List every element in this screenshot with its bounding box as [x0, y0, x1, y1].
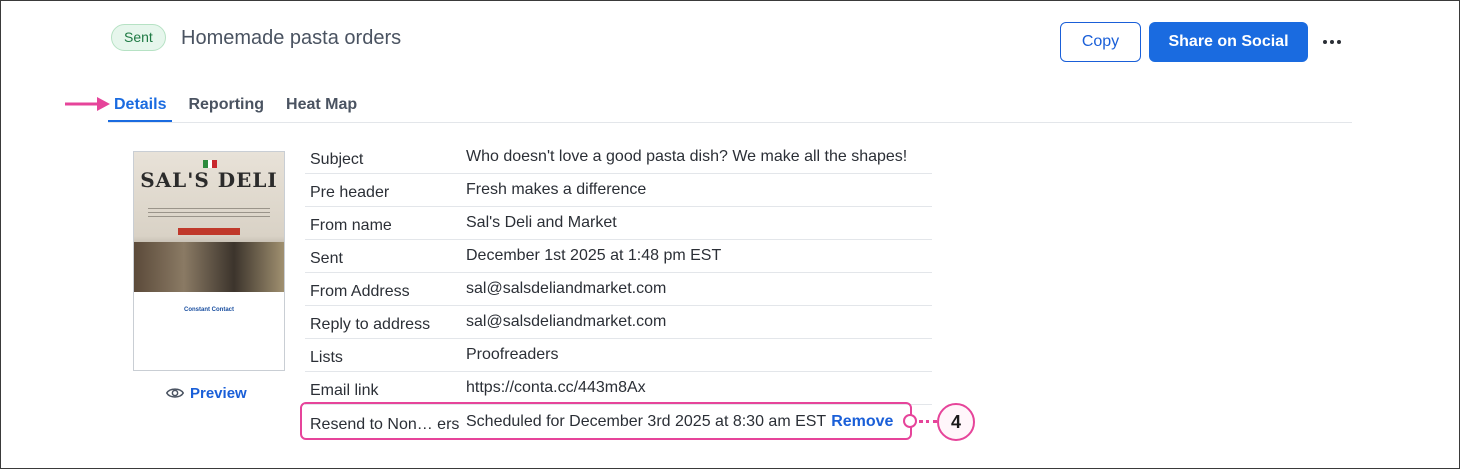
highlight-box — [300, 402, 912, 440]
email-thumbnail[interactable]: SAL'S DELI Constant Contact — [133, 151, 285, 371]
preview-label: Preview — [190, 384, 247, 402]
tab-heat-map[interactable]: Heat Map — [280, 93, 363, 123]
preview-link[interactable]: Preview — [166, 384, 247, 402]
detail-label: Reply to address — [310, 316, 431, 333]
detail-value: sal@salsdeliandmarket.com — [466, 280, 667, 297]
callout-dotted-line — [919, 420, 937, 423]
details-row-reply-to: Reply to address sal@salsdeliandmarket.c… — [305, 306, 932, 339]
detail-value: Who doesn't love a good pasta dish? We m… — [466, 148, 908, 165]
details-row-from-name: From name Sal's Deli and Market — [305, 207, 932, 240]
tab-reporting[interactable]: Reporting — [182, 93, 270, 123]
share-on-social-button[interactable]: Share on Social — [1149, 22, 1308, 62]
detail-label: From Address — [310, 283, 410, 300]
callout-connector — [903, 414, 917, 428]
eye-icon — [166, 388, 184, 398]
detail-value: sal@salsdeliandmarket.com — [466, 313, 667, 330]
detail-value: Fresh makes a difference — [466, 181, 647, 198]
page-title: Homemade pasta orders — [181, 27, 402, 49]
detail-label: Email link — [310, 382, 379, 399]
italian-flag-icon — [203, 160, 218, 168]
thumbnail-brand-footer: Constant Contact — [184, 307, 234, 313]
details-row-subject: Subject Who doesn't love a good pasta di… — [305, 141, 932, 174]
tab-bar: Details Reporting Heat Map — [108, 93, 373, 123]
more-options-icon[interactable] — [1320, 30, 1344, 54]
details-row-from-address: From Address sal@salsdeliandmarket.com — [305, 273, 932, 306]
email-link[interactable]: https://conta.cc/443m8Ax — [466, 379, 646, 397]
tab-divider — [108, 122, 1352, 123]
detail-value: December 1st 2025 at 1:48 pm EST — [466, 247, 722, 264]
detail-value: Sal's Deli and Market — [466, 214, 617, 231]
detail-value: Proofreaders — [466, 346, 559, 363]
details-row-email-link: Email link https://conta.cc/443m8Ax — [305, 372, 932, 405]
copy-button[interactable]: Copy — [1060, 22, 1141, 62]
pointer-arrow-icon — [65, 97, 110, 111]
thumbnail-body-text — [148, 208, 270, 220]
thumbnail-cta — [178, 228, 240, 235]
details-row-preheader: Pre header Fresh makes a difference — [305, 174, 932, 207]
tab-details[interactable]: Details — [108, 93, 173, 123]
details-table: Subject Who doesn't love a good pasta di… — [305, 141, 932, 438]
details-row-lists: Lists Proofreaders — [305, 339, 932, 372]
step-number-badge: 4 — [937, 403, 975, 441]
detail-label: Pre header — [310, 184, 390, 201]
status-badge: Sent — [111, 24, 166, 51]
detail-label: From name — [310, 217, 392, 234]
details-row-sent: Sent December 1st 2025 at 1:48 pm EST — [305, 240, 932, 273]
detail-label: Subject — [310, 151, 364, 168]
detail-label: Sent — [310, 250, 343, 267]
thumbnail-logo: SAL'S DELI — [140, 168, 278, 192]
thumbnail-photos — [134, 242, 284, 292]
detail-label: Lists — [310, 349, 343, 366]
